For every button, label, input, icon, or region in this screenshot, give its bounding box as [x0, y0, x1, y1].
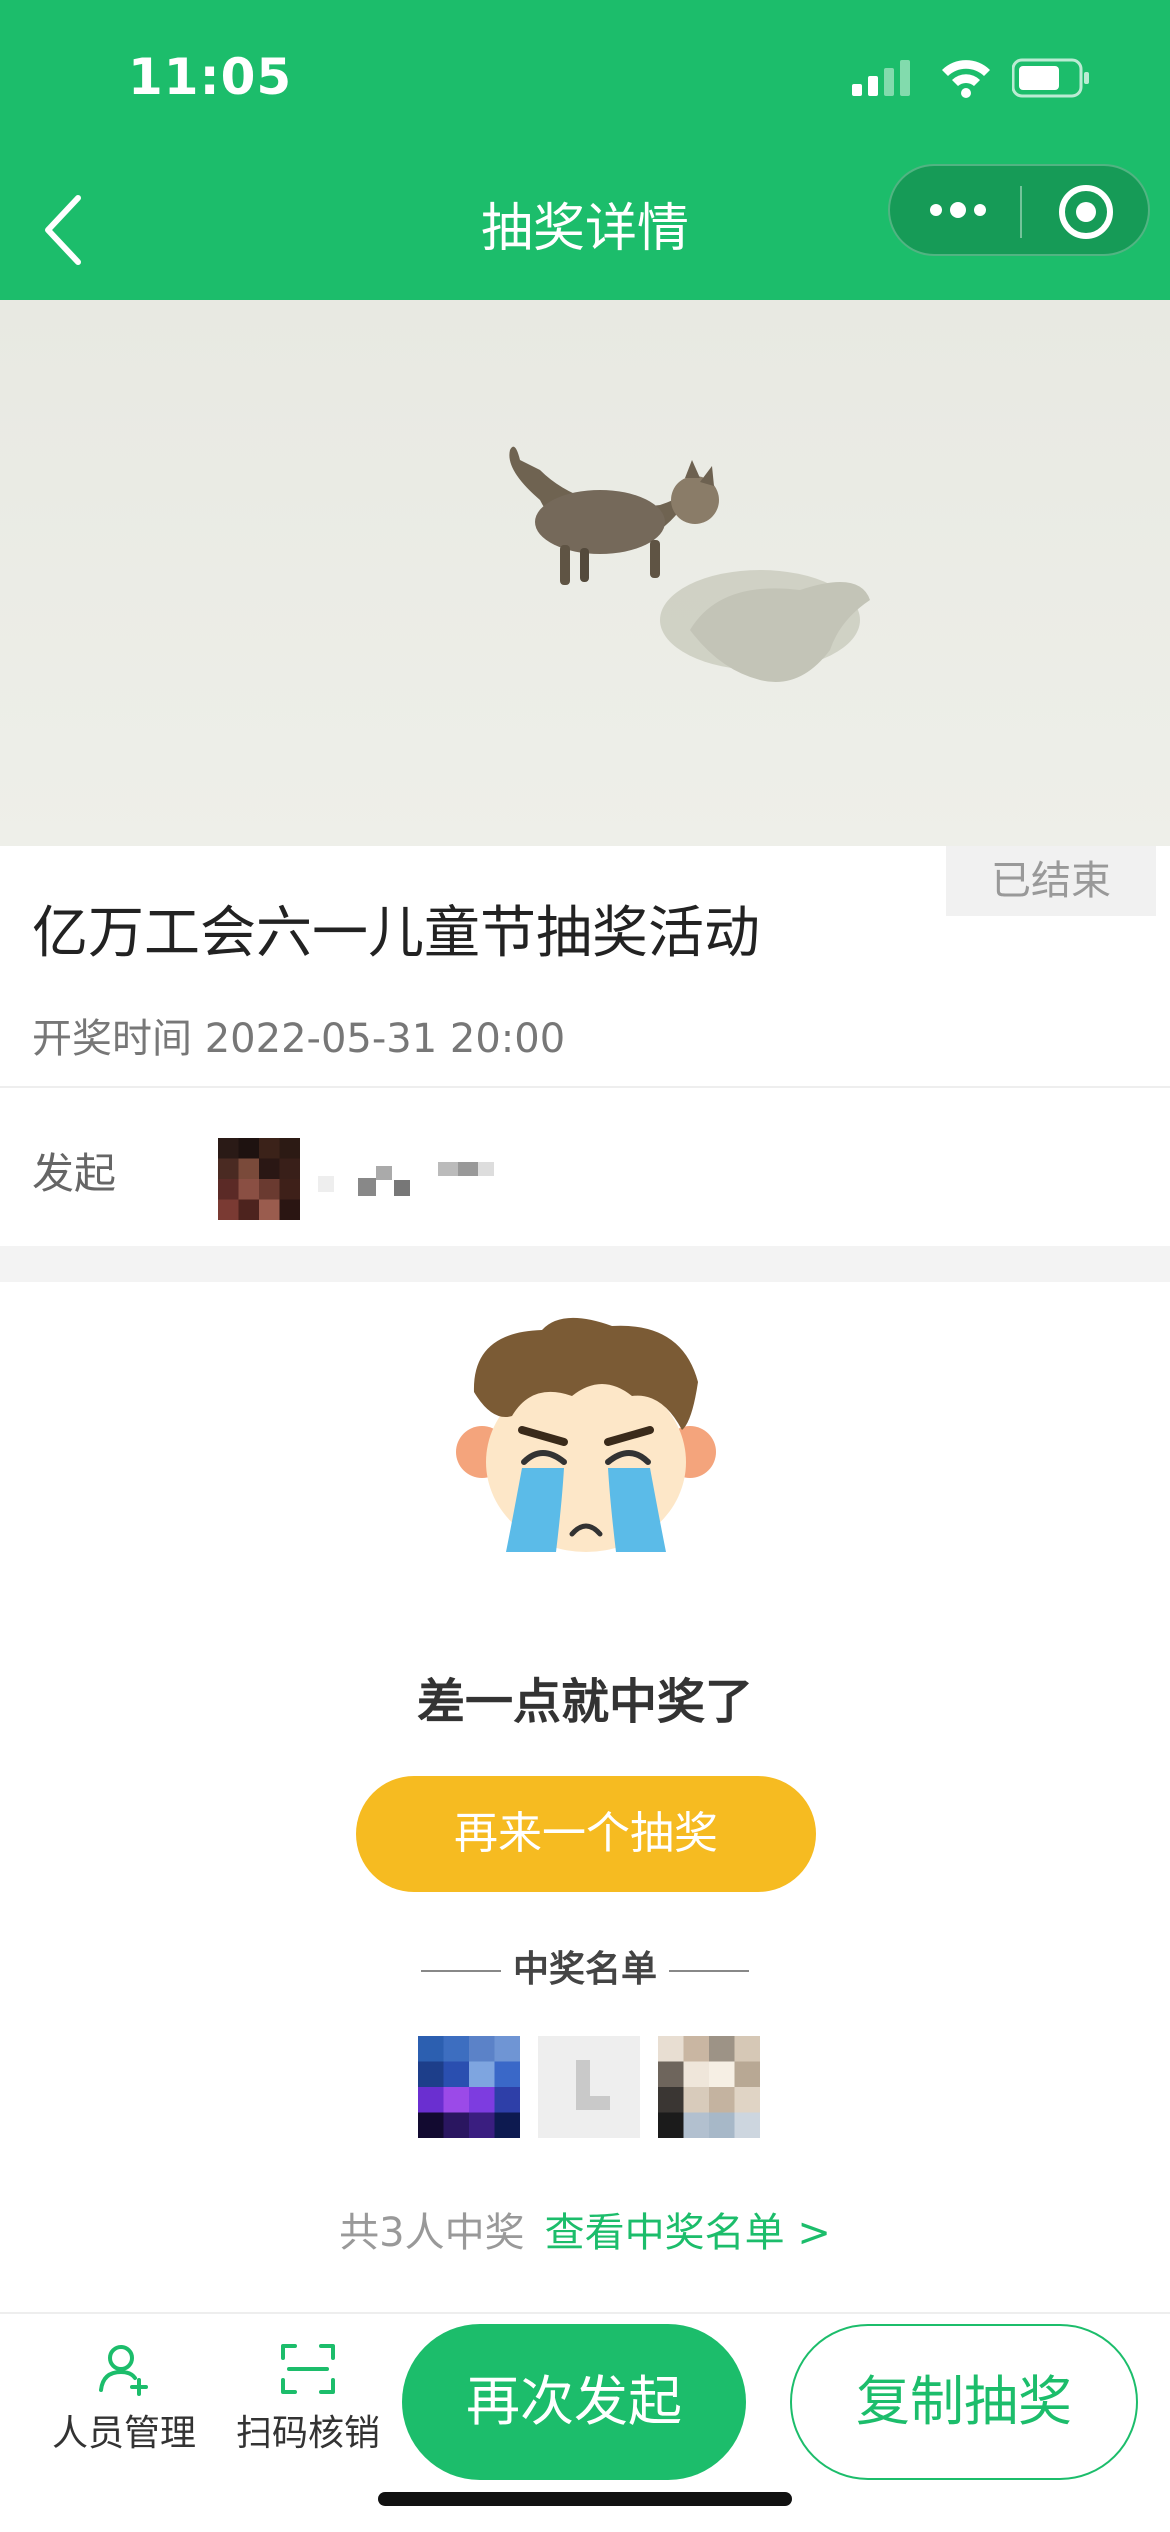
heading-line-left [420, 1970, 501, 1972]
crying-face-icon [456, 1317, 716, 1552]
member-management-button[interactable]: 人员管理 [34, 2340, 214, 2456]
scan-verify-button[interactable]: 扫码核销 [218, 2340, 398, 2456]
target-circle-icon[interactable] [1056, 182, 1116, 242]
section-gap [0, 1246, 1170, 1282]
battery-icon [1012, 58, 1089, 98]
winners-heading-text: 中奖名单 [512, 1949, 657, 1990]
retry-lottery-button[interactable]: 再来一个抽奖 [356, 1776, 816, 1892]
initiator-name-mosaic [318, 1162, 494, 1196]
lottery-title: 亿万工会六一儿童节抽奖活动 [32, 901, 760, 966]
home-indicator [378, 2492, 792, 2506]
draw-time-label: 开奖时间 [32, 1016, 192, 1062]
winner-avatar[interactable] [418, 2036, 520, 2138]
result-message: 差一点就中奖了 [416, 1674, 753, 1730]
status-time: 11:05 [128, 48, 293, 106]
member-management-label: 人员管理 [51, 2413, 196, 2454]
lottery-banner-image [0, 300, 1170, 846]
divider [0, 1086, 1170, 1088]
relaunch-button[interactable]: 再次发起 [402, 2324, 746, 2480]
scan-verify-label: 扫码核销 [235, 2413, 380, 2454]
draw-time: 开奖时间 2022-05-31 20:00 [32, 1006, 565, 1064]
cat-illustration [509, 446, 870, 682]
copy-lottery-button[interactable]: 复制抽奖 [790, 2324, 1138, 2480]
more-dots-icon[interactable] [928, 200, 988, 220]
winner-avatar[interactable] [538, 2036, 640, 2138]
initiator-label: 发起 [32, 1149, 117, 1198]
wifi-icon [942, 60, 990, 98]
winners-count: 共3人中奖 [339, 2210, 525, 2256]
add-user-icon [99, 2345, 148, 2396]
winner-avatar[interactable] [658, 2036, 760, 2138]
cellular-signal-icon [852, 60, 910, 96]
winners-heading: 中奖名单 [0, 1940, 1170, 1992]
initiator-avatar[interactable] [218, 1138, 300, 1220]
status-badge: 已结束 [946, 846, 1156, 916]
capsule-divider [1020, 186, 1022, 238]
scan-icon [281, 2344, 335, 2394]
draw-time-value: 2022-05-31 20:00 [204, 1016, 566, 1062]
view-winners-link[interactable]: 查看中奖名单 > [545, 2210, 831, 2256]
heading-line-right [669, 1970, 749, 1972]
mini-program-capsule [888, 164, 1150, 256]
winners-count-line: 共3人中奖 查看中奖名单 > [0, 2200, 1170, 2258]
